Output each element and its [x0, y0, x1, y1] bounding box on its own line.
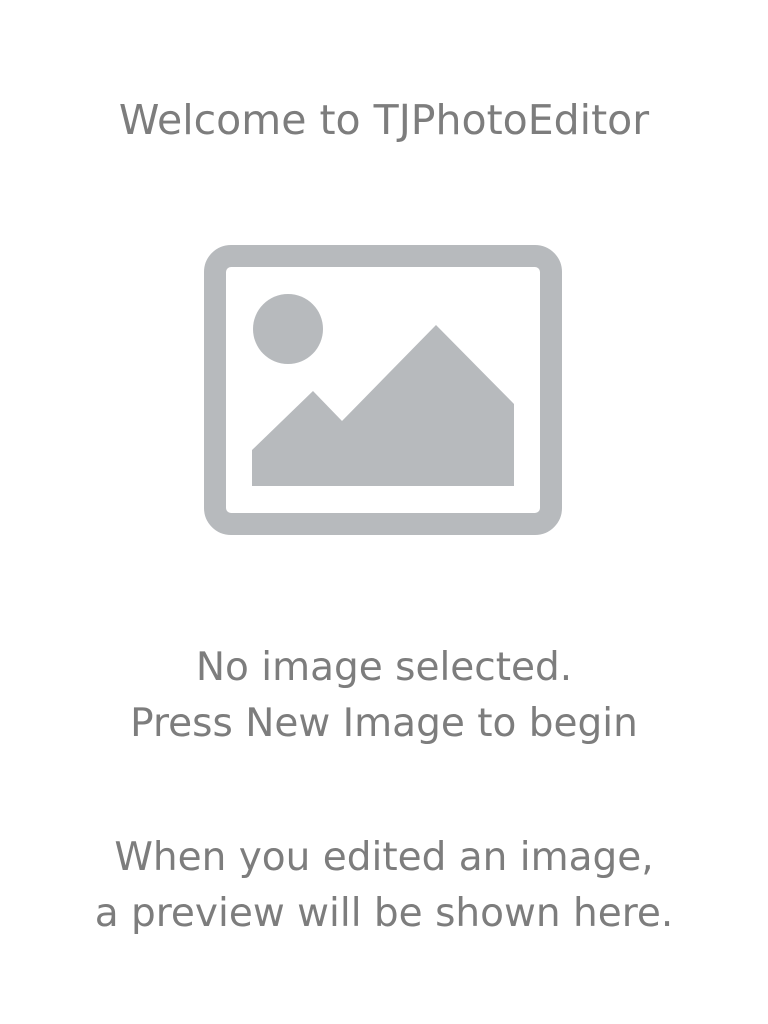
no-image-line: No image selected. — [195, 645, 573, 690]
preview-hint-line-1: When you edited an image, — [114, 835, 654, 880]
preview-hint-message: When you edited an image, a preview will… — [0, 830, 768, 942]
sun-icon — [253, 294, 323, 364]
image-placeholder — [204, 245, 562, 535]
begin-instruction-line: Press New Image to begin — [130, 701, 638, 746]
no-image-message: No image selected. Press New Image to be… — [0, 640, 768, 752]
preview-hint-line-2: a preview will be shown here. — [94, 891, 674, 936]
image-placeholder-icon — [204, 245, 562, 535]
welcome-title: Welcome to TJPhotoEditor — [118, 96, 650, 144]
